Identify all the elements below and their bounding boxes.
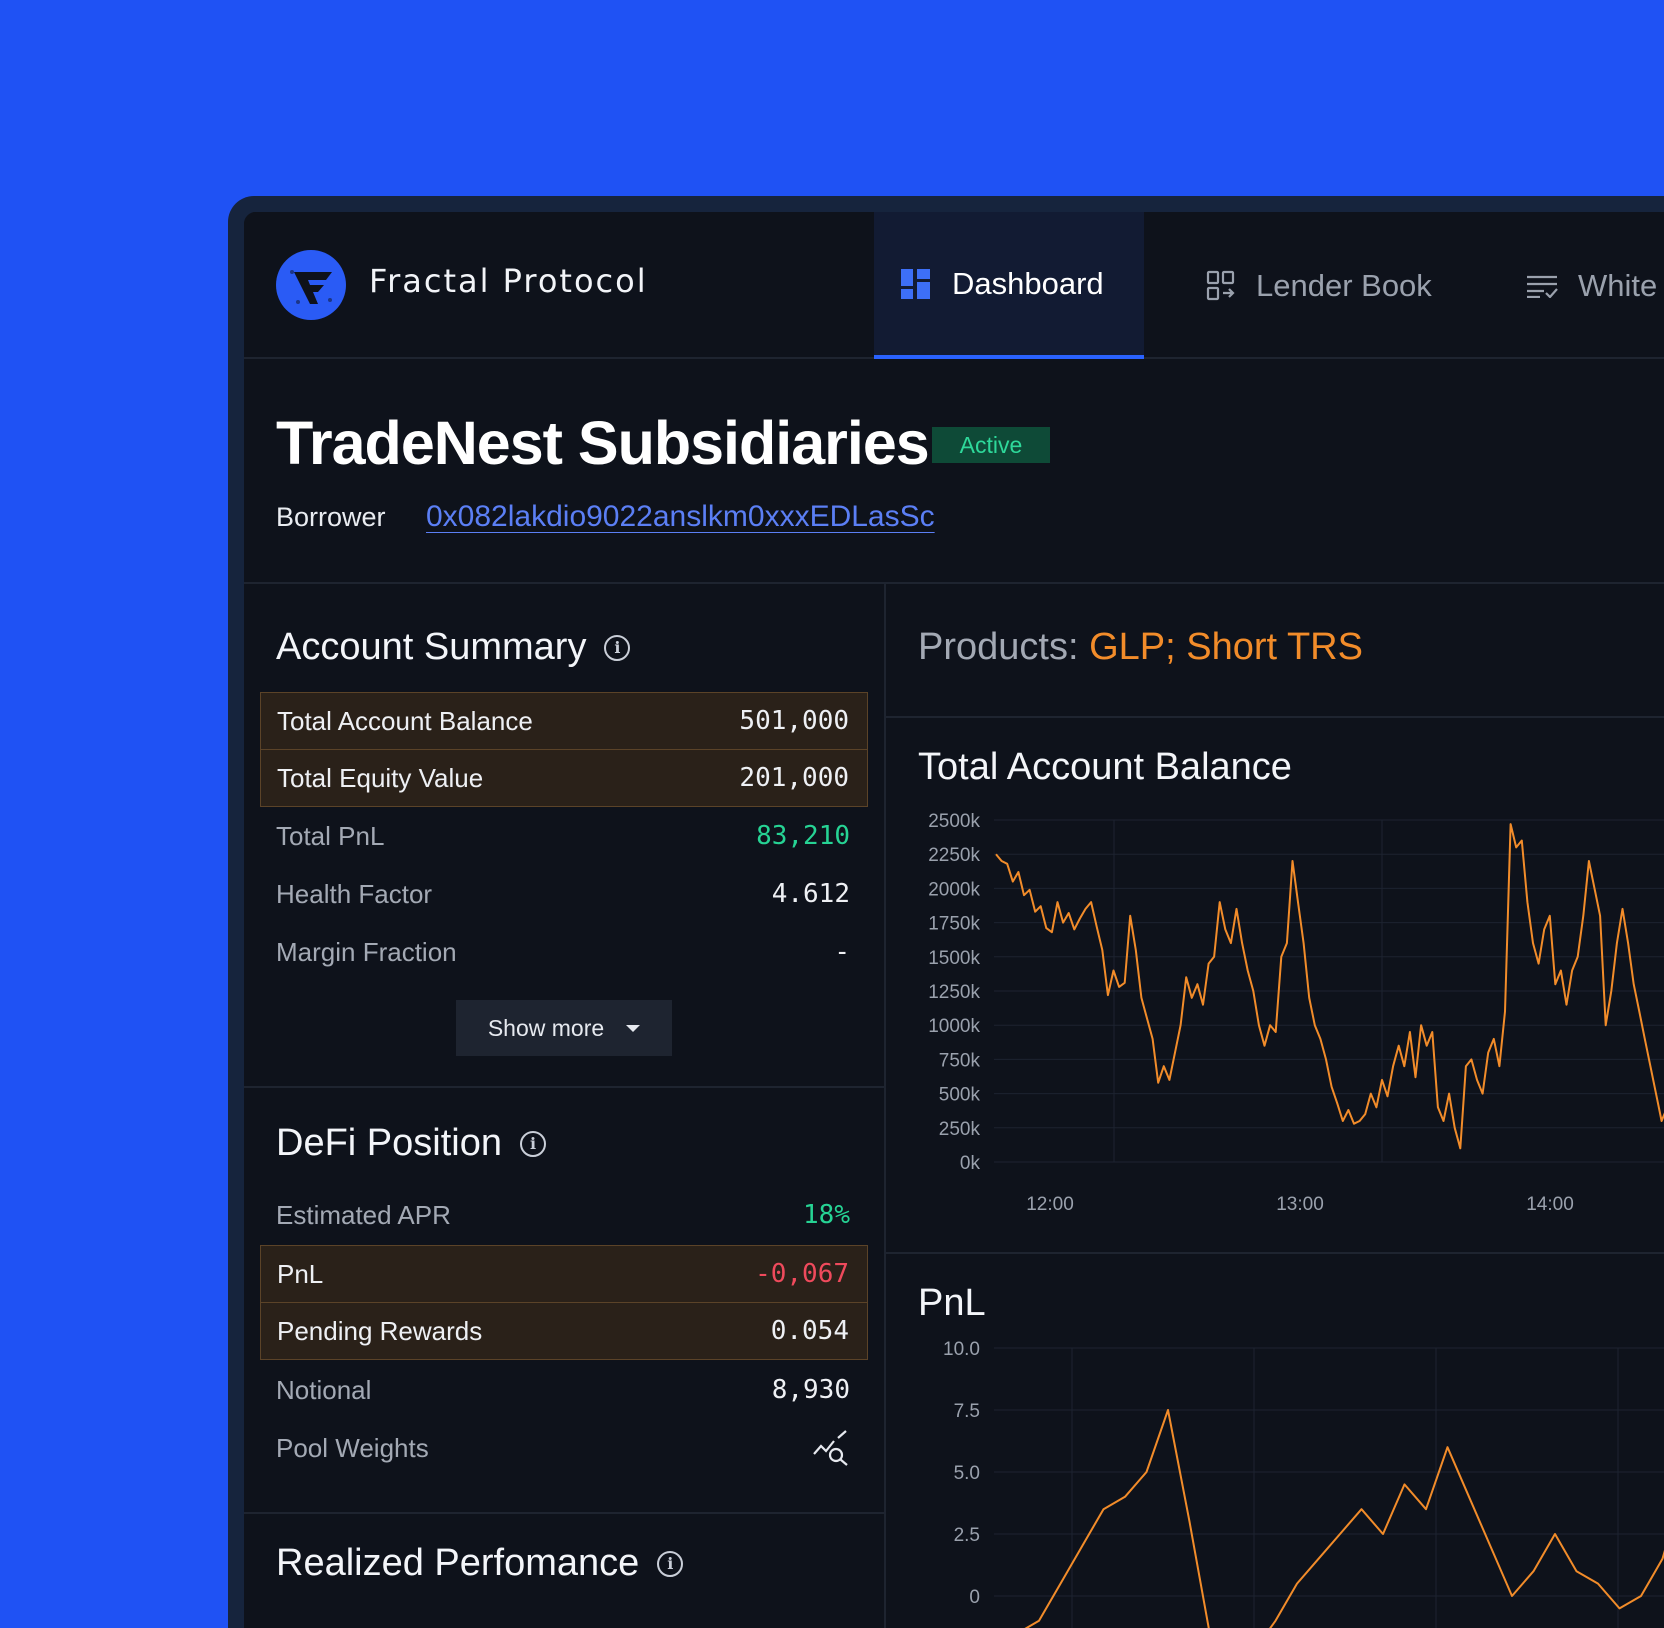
defi-position-title-text: DeFi Position: [276, 1122, 502, 1164]
y-tick-label: 2.5: [954, 1525, 980, 1546]
tab-dashboard[interactable]: Dashboard: [874, 212, 1144, 359]
show-more-button[interactable]: Show more: [456, 1000, 672, 1056]
row-value: 83,210: [756, 821, 850, 851]
row-label: Estimated APR: [276, 1199, 451, 1230]
account-summary-title: Account Summary i: [276, 626, 631, 669]
defi-row-estimated-apr: Estimated APR 18%: [260, 1186, 868, 1244]
row-value: 4.612: [771, 879, 850, 909]
tab-whitelist-label: White: [1578, 267, 1658, 303]
info-icon[interactable]: i: [657, 1550, 684, 1577]
y-tick-label: 750k: [939, 1050, 981, 1071]
y-tick-label: 0: [969, 1587, 980, 1608]
products-label: Products:: [918, 626, 1079, 668]
row-value: 8,930: [771, 1375, 850, 1405]
dashboard-icon: [901, 268, 930, 299]
x-tick-label: 12:00: [1026, 1194, 1074, 1212]
row-label: Pending Rewards: [277, 1315, 483, 1346]
row-label: PnL: [277, 1258, 324, 1289]
row-value: 201,000: [739, 763, 849, 793]
tab-dashboard-label: Dashboard: [952, 265, 1104, 301]
app-window: Fractal Protocol Dashboard Lender Book W…: [244, 212, 1664, 1628]
y-tick-label: 1500k: [928, 948, 980, 969]
row-value: 501,000: [739, 706, 849, 736]
row-label: Total Account Balance: [277, 705, 533, 736]
row-value: -0,067: [755, 1259, 849, 1289]
series-line: [995, 823, 1664, 1150]
lender-book-icon: [1206, 270, 1235, 300]
row-value: 18%: [803, 1200, 850, 1230]
list-check-icon: [1527, 275, 1558, 298]
y-tick-label: 7.5: [954, 1401, 980, 1422]
y-tick-label: 1000k: [928, 1016, 980, 1037]
summary-row-margin-fraction: Margin Fraction -: [260, 923, 868, 981]
x-tick-label: 14:00: [1526, 1194, 1574, 1212]
chevron-down-icon: [626, 1024, 641, 1032]
status-badge: Active: [932, 427, 1050, 463]
pnl-chart-title: PnL: [918, 1282, 986, 1324]
y-tick-label: 1250k: [928, 982, 980, 1003]
summary-row-total-pnl: Total PnL 83,210: [260, 807, 868, 865]
row-value: 0.054: [770, 1316, 849, 1346]
summary-row-total-equity-value: Total Equity Value 201,000: [260, 749, 868, 807]
y-tick-label: 10.0: [943, 1339, 980, 1360]
y-tick-label: 2500k: [928, 811, 980, 832]
tab-whitelist[interactable]: White: [1526, 212, 1657, 359]
defi-row-pnl: PnL -0,067: [260, 1245, 868, 1303]
x-tick-label: 13:00: [1276, 1194, 1324, 1212]
y-tick-label: 1750k: [928, 914, 980, 935]
show-more-label: Show more: [487, 1014, 605, 1041]
balance-chart-title: Total Account Balance: [918, 746, 1292, 788]
defi-row-notional: Notional 8,930: [260, 1361, 868, 1419]
defi-row-pending-rewards: Pending Rewards 0.054: [260, 1302, 868, 1360]
row-label: Total Equity Value: [277, 762, 484, 793]
divider: [886, 1252, 1664, 1254]
borrower-address-link[interactable]: 0x082lakdio9022anslkm0xxxEDLasSc: [426, 500, 935, 534]
y-tick-label: 0k: [960, 1153, 981, 1174]
y-tick-label: 250k: [939, 1119, 981, 1140]
products-line: Products: GLP; Short TRS: [918, 626, 1363, 669]
y-tick-label: 500k: [939, 1085, 981, 1106]
page-title: TradeNest Subsidiaries: [276, 409, 930, 477]
fractal-logo-icon: [276, 250, 346, 320]
column-divider: [884, 582, 886, 1628]
series-line: [1024, 1409, 1664, 1628]
row-label: Total PnL: [276, 820, 385, 851]
pnl-chart: 10.07.55.02.50-2.5: [943, 1339, 1664, 1628]
divider: [244, 1086, 884, 1088]
defi-row-pool-weights: Pool Weights: [260, 1419, 868, 1477]
brand-name: Fractal Protocol: [369, 262, 648, 300]
realized-performance-title-text: Realized Perfomance: [276, 1542, 640, 1584]
row-label: Margin Fraction: [276, 936, 457, 967]
divider: [244, 582, 1664, 584]
balance-chart: 2500k 2250k 2000k 1750k 1500k 1250k 1000k 750k 5…: [928, 811, 1664, 1212]
top-navigation: Fractal Protocol Dashboard Lender Book W…: [244, 212, 1664, 359]
row-label: Health Factor: [276, 878, 433, 909]
chart-search-icon[interactable]: [812, 1430, 850, 1466]
info-icon[interactable]: i: [519, 1130, 546, 1157]
row-label: Pool Weights: [276, 1432, 429, 1463]
y-tick-label: 2000k: [928, 879, 980, 900]
summary-row-total-account-balance: Total Account Balance 501,000: [260, 692, 868, 750]
account-summary-title-text: Account Summary: [276, 626, 587, 668]
row-label: Notional: [276, 1374, 372, 1405]
borrower-label: Borrower: [276, 502, 386, 532]
defi-position-title: DeFi Position i: [276, 1122, 546, 1165]
divider: [886, 716, 1664, 718]
realized-performance-title: Realized Perfomance i: [276, 1542, 684, 1585]
tab-lender-book-label: Lender Book: [1256, 267, 1432, 303]
divider: [244, 1512, 884, 1514]
summary-row-health-factor: Health Factor 4.612: [260, 865, 868, 923]
y-tick-label: 5.0: [954, 1463, 980, 1484]
products-value: GLP; Short TRS: [1089, 626, 1363, 668]
y-tick-label: 2250k: [928, 845, 980, 866]
tab-lender-book[interactable]: Lender Book: [1206, 212, 1432, 359]
row-value: -: [834, 937, 850, 967]
info-icon[interactable]: i: [604, 634, 631, 661]
